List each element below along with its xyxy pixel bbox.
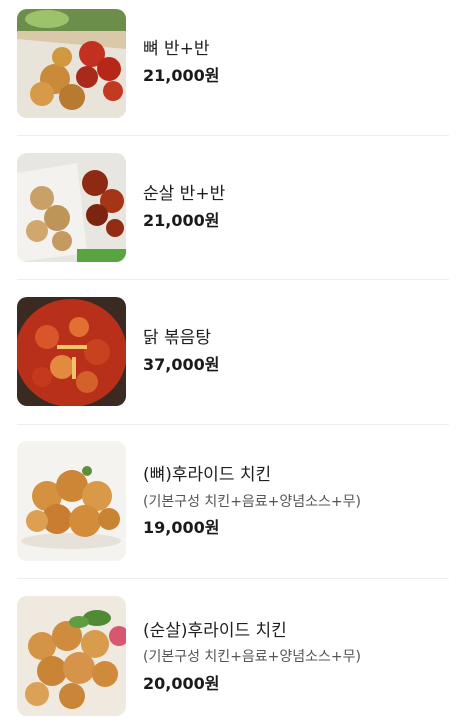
menu-item-fried-chicken-bone[interactable]: (뼈)후라이드 치킨 (기본구성 치킨+음료+양념소스+무) 19,000원 xyxy=(17,441,449,561)
menu-item-photo xyxy=(17,441,126,561)
menu-item-half-half-bone[interactable]: 뼈 반+반 21,000원 xyxy=(17,9,449,119)
menu-item-photo xyxy=(17,9,126,118)
menu-item-name: 닭 볶음탕 xyxy=(143,328,211,348)
menu-item-name: (순살)후라이드 치킨 xyxy=(143,621,287,641)
menu-item-photo xyxy=(17,297,126,406)
menu-item-name: 순살 반+반 xyxy=(143,184,226,204)
divider xyxy=(17,424,449,425)
menu-item-description: (기본구성 치킨+음료+양념소스+무) xyxy=(143,494,362,510)
divider xyxy=(17,279,449,280)
divider xyxy=(17,135,449,136)
divider xyxy=(17,578,449,579)
menu-item-fried-chicken-boneless[interactable]: (순살)후라이드 치킨 (기본구성 치킨+음료+양념소스+무) 20,000원 xyxy=(17,596,449,716)
menu-item-price: 21,000원 xyxy=(143,66,220,85)
menu-item-description: (기본구성 치킨+음료+양념소스+무) xyxy=(143,649,362,665)
menu-item-price: 20,000원 xyxy=(143,674,220,693)
menu-item-price: 21,000원 xyxy=(143,211,220,230)
menu-item-price: 37,000원 xyxy=(143,355,220,374)
menu-item-name: (뼈)후라이드 치킨 xyxy=(143,465,272,485)
menu-item-price: 19,000원 xyxy=(143,518,220,537)
menu-item-spicy-braised-chicken[interactable]: 닭 볶음탕 37,000원 xyxy=(17,297,449,407)
menu-item-half-half-boneless[interactable]: 순살 반+반 21,000원 xyxy=(17,153,449,263)
menu-item-photo xyxy=(17,596,126,716)
menu-item-name: 뼈 반+반 xyxy=(143,39,210,59)
menu-item-photo xyxy=(17,153,126,262)
